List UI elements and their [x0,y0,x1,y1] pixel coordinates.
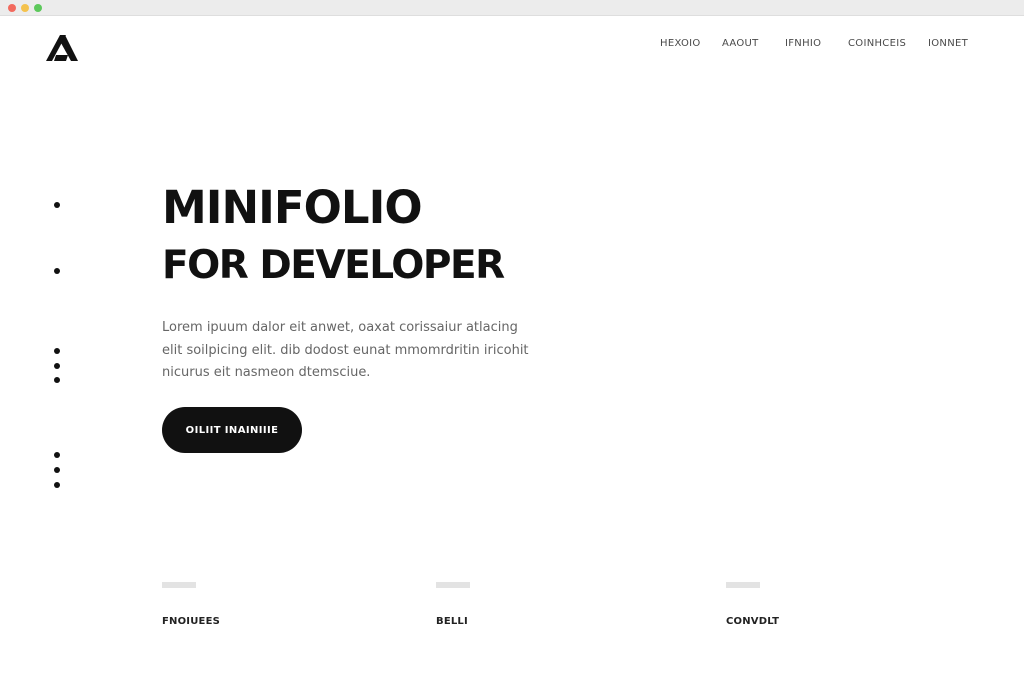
browser-title-bar [0,0,1024,16]
top-navigation: HEXOIO AAOUT IFNHIO COINHCEIS IONNET [0,38,1024,52]
side-dot-5[interactable] [54,377,60,383]
hero-title-line-1: MINIFOLIO [162,181,423,234]
nav-link-info[interactable]: IFNHIO [785,38,821,49]
nav-link-contact[interactable]: IONNET [928,38,968,49]
close-window-button[interactable] [8,4,16,12]
hero-description: Lorem ipuum dalor eit anwet, oaxat coris… [162,320,529,380]
hero-title-line-2: FOR DEVELOPER [162,243,505,288]
feature-label: CONVDLT [726,616,780,627]
feature-accent-bar [162,582,196,588]
feature-label: BELLI [436,616,468,627]
cta-button[interactable]: OILIIT INAINIIIE [162,407,302,453]
side-dot-4[interactable] [54,363,60,369]
side-dot-7[interactable] [54,467,60,473]
minimize-window-button[interactable] [21,4,29,12]
side-dot-6[interactable] [54,452,60,458]
feature-accent-bar [726,582,760,588]
side-dot-8[interactable] [54,482,60,488]
side-dot-2[interactable] [54,268,60,274]
maximize-window-button[interactable] [34,4,42,12]
feature-accent-bar [436,582,470,588]
feature-item-1: FNOIUEES [162,582,220,627]
side-dot-navigation [54,198,64,498]
side-dot-3[interactable] [54,348,60,354]
feature-item-3: CONVDLT [726,582,779,627]
nav-link-about[interactable]: AAOUT [722,38,759,49]
nav-link-home[interactable]: HEXOIO [660,38,701,49]
nav-link-concepts[interactable]: COINHCEIS [848,38,906,49]
feature-label: FNOIUEES [162,616,221,627]
feature-item-2: BELLI [436,582,470,627]
side-dot-1[interactable] [54,202,60,208]
hero-title: MINIFOLIO FOR DEVELOPER [162,180,505,297]
